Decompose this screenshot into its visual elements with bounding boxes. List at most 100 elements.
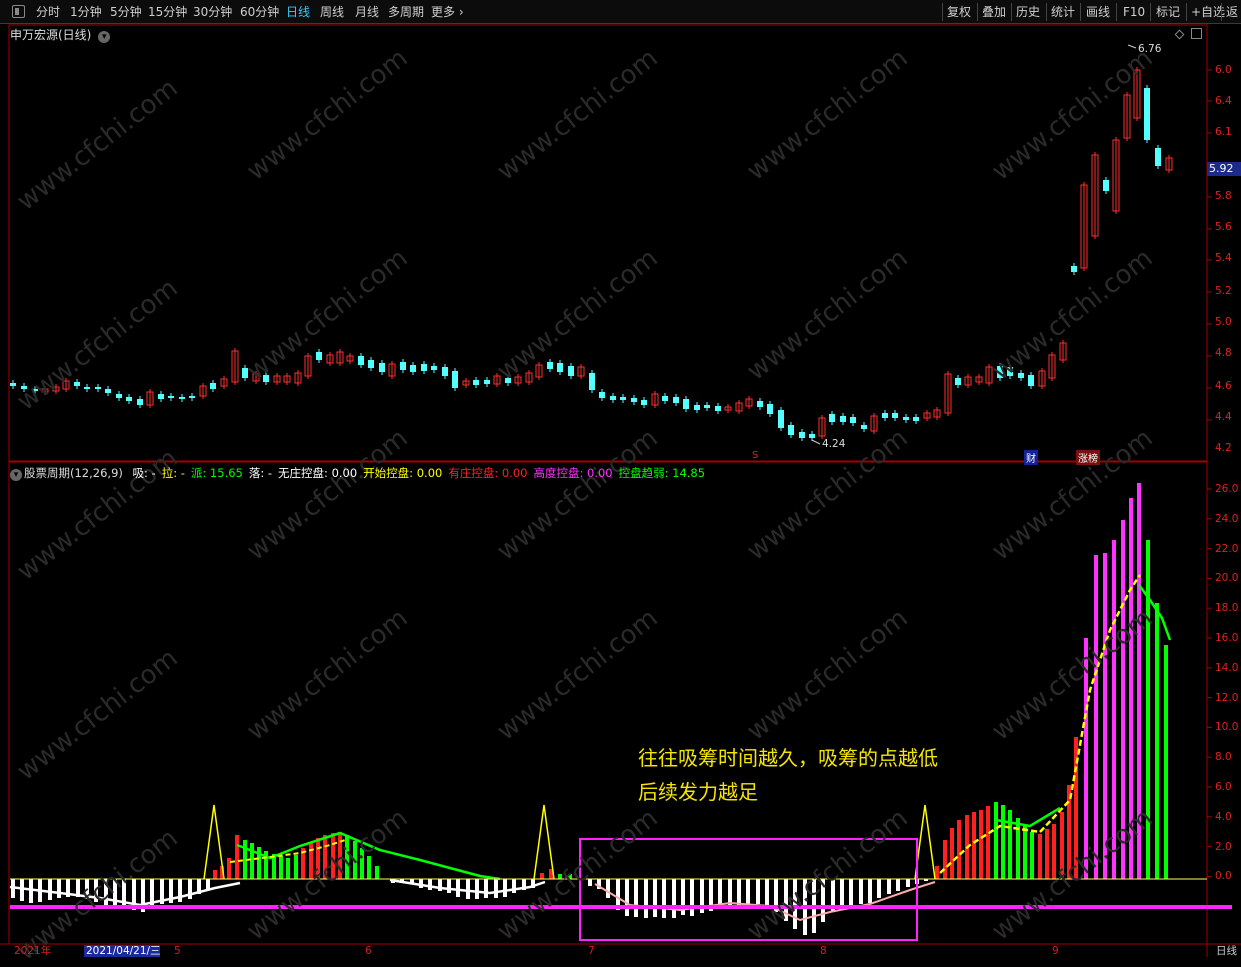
candle-down — [95, 387, 101, 389]
indicator-bar-white — [672, 879, 676, 918]
indicator-bar — [1146, 540, 1150, 879]
annotation-line-1: 往往吸筹时间越久，吸筹的点越低 — [638, 746, 938, 770]
indicator-bar — [286, 858, 290, 879]
candle-down — [421, 364, 427, 371]
indicator-tick: 26.0 — [1215, 483, 1239, 495]
candle-down — [442, 367, 448, 376]
indicator-bar-white — [57, 879, 61, 898]
month-label: 7 — [588, 945, 595, 957]
candle-down — [126, 397, 132, 401]
indicator-params: 吸: - 拉: - 派: 15.65 落: - 无庄控盘: 0.00 开始控盘: 0.00… — [133, 466, 712, 480]
indicator-bar-white — [494, 879, 498, 898]
stock-name: 申万宏源(日线) — [10, 28, 92, 42]
indicator-bar — [972, 812, 976, 879]
candle-down — [1144, 88, 1150, 140]
indicator-bar — [1001, 805, 1005, 879]
trend-line-green — [1137, 584, 1172, 641]
indicator-bar — [1155, 603, 1159, 879]
candle-down — [368, 360, 374, 368]
candle-down — [1007, 367, 1013, 376]
chevron-down-icon[interactable]: ▾ — [10, 469, 22, 481]
indicator-tick: 22.0 — [1215, 542, 1239, 555]
indicator-bar — [213, 870, 217, 879]
indicator-tick: 2.0 — [1215, 840, 1232, 853]
high-pointer — [1127, 44, 1137, 49]
candle-down — [179, 397, 185, 399]
candle-down — [557, 363, 563, 372]
indicator-bar — [1052, 824, 1056, 879]
indicator-bar — [309, 843, 313, 879]
indicator-bar-white — [906, 879, 910, 887]
candle-down — [641, 400, 647, 405]
candle-down — [683, 399, 689, 409]
price-tick: 5.6 — [1215, 221, 1232, 233]
indicator-bar-white — [634, 879, 638, 917]
indicator-param: 开始控盘: 0.00 — [363, 466, 443, 480]
trend-line-green — [995, 806, 1061, 828]
candle-down — [242, 368, 248, 378]
limit-up-marker[interactable]: 涨榜 — [1076, 450, 1100, 465]
indicator-param: 拉: - — [161, 466, 185, 480]
indicator-bar-white — [104, 879, 108, 905]
indicator-bar-white — [765, 879, 769, 908]
candle-down — [599, 392, 605, 398]
indicator-bar — [1112, 540, 1116, 879]
stock-title[interactable]: 申万宏源(日线) ▾ — [10, 26, 111, 43]
sell-marker[interactable]: S — [752, 450, 758, 461]
indicator-param: 落: - — [248, 466, 273, 480]
month-label: 9 — [1052, 945, 1059, 957]
indicator-bar — [1060, 812, 1064, 879]
price-tick: 6.0 — [1215, 64, 1232, 76]
indicator-bar — [935, 866, 939, 879]
candle-down — [158, 394, 164, 399]
candle-down — [473, 380, 479, 385]
indicator-param: 有庄控盘: 0.00 — [448, 466, 528, 480]
indicator-bar — [994, 802, 998, 879]
candle-down — [829, 414, 835, 422]
candle-down — [997, 366, 1003, 378]
indicator-tick: 18.0 — [1215, 602, 1239, 615]
price-tick: 4.2 — [1215, 442, 1232, 454]
low-pointer — [811, 439, 821, 445]
indicator-bar — [1121, 520, 1125, 879]
close-pane-icon[interactable] — [1191, 28, 1202, 39]
finance-marker[interactable]: 财 — [1024, 450, 1038, 465]
indicator-param: 高度控盘: 0.00 — [533, 466, 613, 480]
candle-down — [631, 398, 637, 402]
indicator-bar — [331, 833, 335, 879]
candle-down — [21, 386, 27, 389]
indicator-bar — [540, 873, 544, 879]
candle-down — [400, 362, 406, 370]
indicator-bar — [1137, 483, 1141, 879]
price-tick: 4.6 — [1215, 380, 1232, 392]
chevron-down-icon[interactable]: ▾ — [98, 31, 111, 43]
indicator-bar-white — [840, 879, 844, 906]
price-tick: 5.0 — [1215, 316, 1232, 328]
indicator-tick: 24.0 — [1215, 512, 1239, 525]
indicator-bar — [360, 848, 364, 879]
candle-down — [861, 425, 867, 429]
candle-down — [316, 352, 322, 360]
indicator-bar — [568, 874, 572, 879]
candle-down — [379, 363, 385, 372]
indicator-bar-white — [821, 879, 825, 922]
signal-spike — [533, 804, 555, 880]
candle-down — [1103, 180, 1109, 191]
candle-down — [105, 389, 111, 393]
indicator-bar-white — [690, 879, 694, 916]
indicator-bar — [323, 835, 327, 879]
indicator-bar — [1067, 785, 1071, 879]
indicator-bar-white — [475, 879, 479, 899]
candle-down — [168, 396, 174, 398]
indicator-bar — [279, 856, 283, 879]
indicator-bar — [979, 810, 983, 879]
indicator-tick: 10.0 — [1215, 721, 1239, 734]
indicator-bar — [235, 835, 239, 879]
candle-down — [189, 396, 195, 398]
indicator-bar — [957, 820, 961, 879]
candle-down — [788, 425, 794, 435]
candle-down — [903, 417, 909, 420]
indicator-tick: 0.0 — [1215, 870, 1232, 883]
indicator-bar-white — [428, 879, 432, 890]
price-tick: 5.2 — [1215, 285, 1232, 297]
